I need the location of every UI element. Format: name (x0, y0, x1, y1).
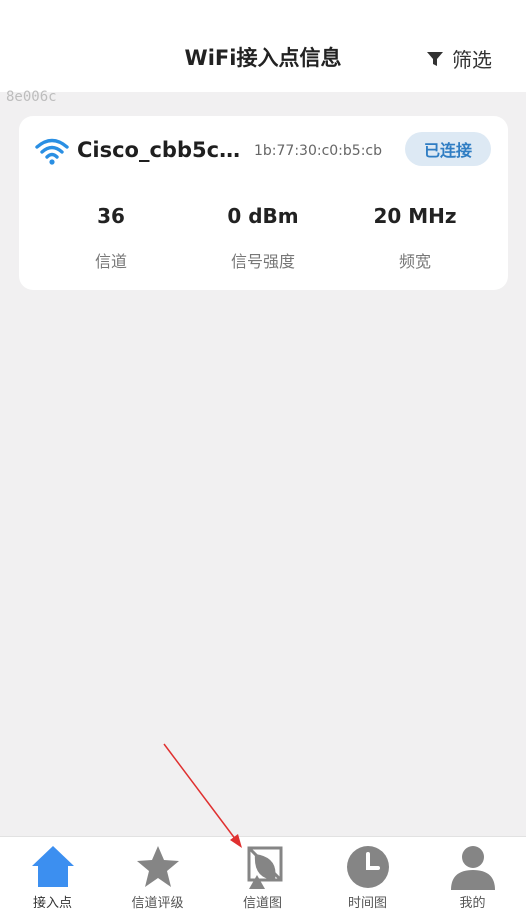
stat-signal-strength: 0 dBm 信号强度 (183, 204, 343, 272)
stat-value: 20 MHz (373, 204, 457, 228)
wifi-icon (35, 138, 69, 165)
tab-profile[interactable]: 我的 (420, 837, 525, 914)
stat-label: 信号强度 (230, 252, 295, 271)
stat-label: 频宽 (398, 252, 431, 271)
tab-label: 时间图 (347, 896, 387, 911)
tab-channel-rating[interactable]: 信道评级 (105, 837, 210, 914)
filter-button[interactable]: 筛选 (426, 44, 492, 73)
ssid-label: Cisco_cbb5c0... (77, 138, 247, 162)
access-point-card[interactable]: Cisco_cbb5c0... 1b:77:30:c0:b5:cb 已连接 36… (19, 116, 508, 290)
stat-value: 36 (97, 204, 125, 228)
satellite-dish-icon (247, 846, 282, 889)
status-badge: 已连接 (405, 132, 491, 166)
home-icon (31, 846, 74, 887)
tab-label: 信道图 (242, 896, 282, 911)
tab-access-points[interactable]: 接入点 (0, 837, 105, 914)
debug-text: 8e006c (6, 89, 57, 105)
tab-label: 信道评级 (131, 896, 184, 911)
stat-value: 0 dBm (227, 204, 299, 228)
clock-icon (346, 846, 389, 888)
stat-label: 信道 (94, 252, 127, 271)
user-icon (450, 846, 495, 890)
bssid-label: 1b:77:30:c0:b5:cb (254, 143, 382, 159)
top-bar: WiFi接入点信息 筛选 (0, 0, 526, 92)
tab-label: 我的 (459, 896, 486, 911)
tab-label: 接入点 (32, 896, 72, 911)
bottom-tab-bar: 接入点 信道评级 信道图 时间图 我的 (0, 836, 526, 914)
stat-channel: 36 信道 (31, 204, 191, 272)
tab-time-graph[interactable]: 时间图 (315, 837, 420, 914)
tab-channel-graph[interactable]: 信道图 (210, 837, 315, 914)
filter-label: 筛选 (452, 48, 492, 72)
stat-bandwidth: 20 MHz 频宽 (335, 204, 495, 272)
filter-icon (427, 51, 443, 66)
star-icon (136, 846, 179, 887)
